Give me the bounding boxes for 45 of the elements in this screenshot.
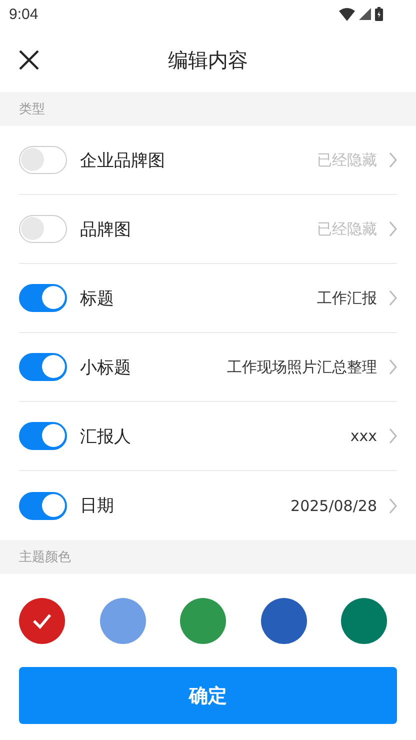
toggle-switch[interactable] xyxy=(19,284,67,312)
row-value: 工作汇报 xyxy=(317,288,377,308)
confirm-button[interactable]: 确定 xyxy=(19,667,397,724)
setting-row[interactable]: 小标题 工作现场照片汇总整理 xyxy=(19,333,397,402)
close-button[interactable] xyxy=(18,49,40,71)
setting-row[interactable]: 企业品牌图 已经隐藏 xyxy=(19,126,397,195)
section-label: 主题颜色 xyxy=(19,549,71,566)
row-value: 已经隐藏 xyxy=(317,150,377,170)
color-swatch[interactable] xyxy=(100,598,146,644)
section-label: 类型 xyxy=(19,101,45,118)
row-value: 已经隐藏 xyxy=(317,220,377,238)
row-value: xxx xyxy=(350,427,377,445)
chevron-right-icon xyxy=(389,428,397,444)
setting-row[interactable]: 品牌图 已经隐藏 xyxy=(19,195,397,264)
color-swatch[interactable] xyxy=(19,598,65,644)
row-label: 标题 xyxy=(80,288,115,310)
row-label: 汇报人 xyxy=(80,426,132,448)
status-time: 9:04 xyxy=(9,6,38,22)
chevron-right-icon xyxy=(389,152,397,168)
row-value: 2025/08/28 xyxy=(290,496,377,514)
color-swatch[interactable] xyxy=(341,598,387,644)
color-swatch[interactable] xyxy=(260,598,306,644)
signal-icon xyxy=(359,8,371,20)
toggle-switch[interactable] xyxy=(19,422,67,450)
page-title: 编辑内容 xyxy=(168,46,248,74)
toggle-switch[interactable] xyxy=(19,215,67,243)
row-value: 工作现场照片汇总整理 xyxy=(227,358,377,376)
chevron-right-icon xyxy=(389,290,397,306)
row-label: 小标题 xyxy=(80,356,132,378)
chevron-right-icon xyxy=(389,498,397,514)
row-label: 日期 xyxy=(80,495,115,517)
battery-icon xyxy=(375,7,383,21)
chevron-right-icon xyxy=(389,221,397,237)
check-icon xyxy=(32,612,52,628)
toggle-switch[interactable] xyxy=(19,492,67,520)
setting-row[interactable]: 标题 工作汇报 xyxy=(19,264,397,333)
row-label: 企业品牌图 xyxy=(80,150,166,172)
row-label: 品牌图 xyxy=(80,218,132,240)
color-swatch[interactable] xyxy=(180,598,226,644)
setting-row[interactable]: 日期 2025/08/28 xyxy=(19,471,397,540)
wifi-icon xyxy=(339,8,355,20)
toggle-switch[interactable] xyxy=(19,353,67,381)
setting-row[interactable]: 汇报人 xxx xyxy=(19,402,397,471)
toggle-switch[interactable] xyxy=(19,146,67,174)
chevron-right-icon xyxy=(389,359,397,375)
